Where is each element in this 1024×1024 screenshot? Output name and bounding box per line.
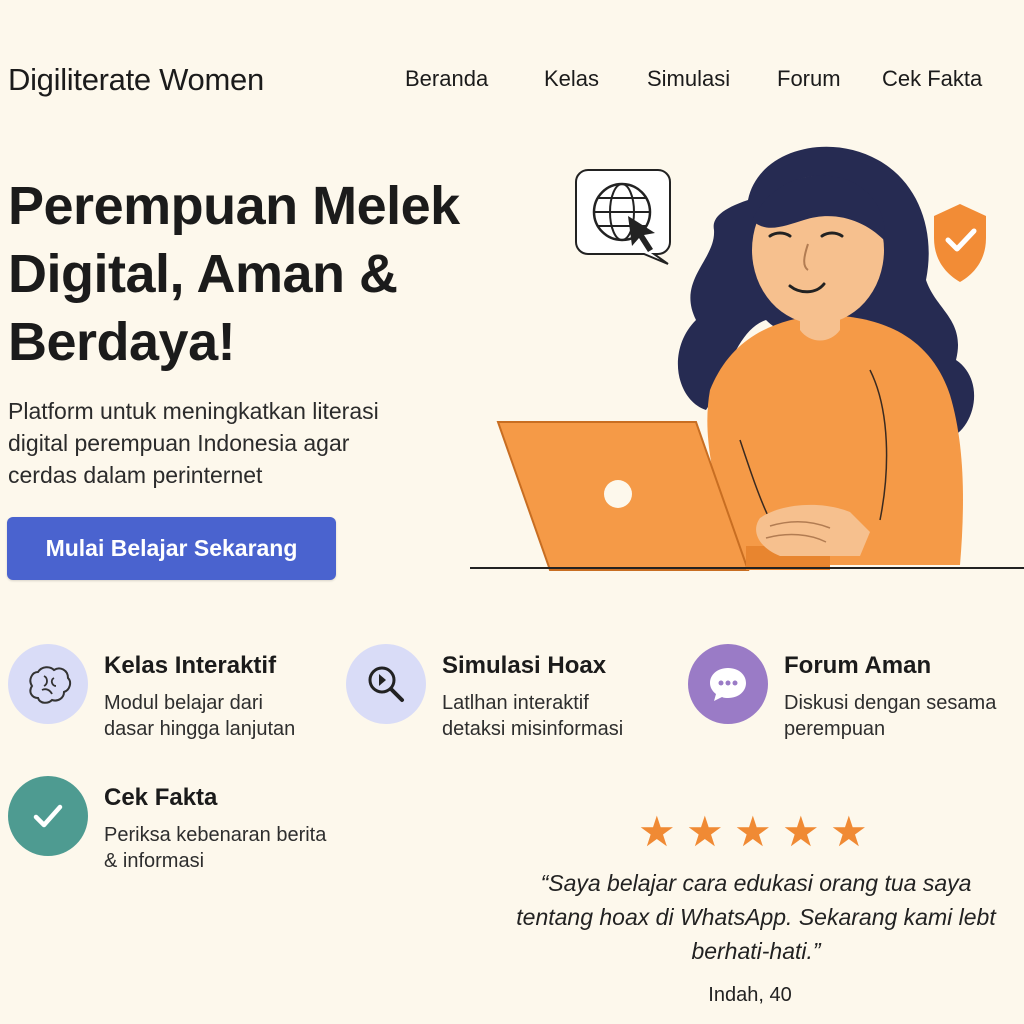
- hero-illustration: [470, 140, 1024, 580]
- hero-subtitle-line: digital perempuan Indonesia agar: [8, 430, 350, 456]
- brain-icon: [8, 644, 88, 724]
- feature-forum-aman[interactable]: Forum Aman Diskusi dengan sesama perempu…: [688, 644, 1024, 754]
- hero-title-line: Digital, Aman &: [8, 244, 398, 304]
- testimonial-author: Indah, 40: [708, 984, 792, 1006]
- nav-kelas[interactable]: Kelas: [544, 66, 599, 92]
- feature-desc-line: Latlhan interaktif: [442, 692, 589, 714]
- star-icon: ★: [734, 808, 772, 855]
- rating-stars: ★ ★ ★ ★ ★: [638, 810, 878, 854]
- magnifier-icon: [346, 644, 426, 724]
- feature-desc-line: detaksi misinformasi: [442, 718, 624, 740]
- nav-simulasi[interactable]: Simulasi: [647, 66, 730, 92]
- star-icon: ★: [686, 808, 724, 855]
- nav-cek-fakta[interactable]: Cek Fakta: [882, 66, 982, 92]
- feature-title: Kelas Interaktif: [104, 652, 277, 679]
- feature-kelas-interaktif[interactable]: Kelas Interaktif Modul belajar dari dasa…: [8, 644, 348, 754]
- feature-title: Simulasi Hoax: [442, 652, 607, 679]
- testimonial-quote: “Saya belajar cara edukasi orang tua say…: [516, 870, 996, 964]
- hero-subtitle-line: cerdas dalam perinternet: [8, 462, 263, 488]
- feature-desc-line: perempuan: [784, 718, 886, 740]
- star-icon: ★: [782, 808, 820, 855]
- feature-desc: Modul belajar dari dasar hingga lanjutan: [104, 690, 344, 742]
- hero-title-line: Perempuan Melek: [8, 176, 460, 236]
- chat-bubble-icon: [688, 644, 768, 724]
- start-learning-button[interactable]: Mulai Belajar Sekarang: [7, 517, 336, 580]
- main-nav: Beranda Kelas Simulasi Forum Cek Fakta: [0, 66, 1024, 96]
- checkmark-icon: [8, 776, 88, 856]
- hero-title: Perempuan Melek Digital, Aman & Berdaya!: [8, 172, 528, 376]
- feature-desc: Latlhan interaktif detaksi misinformasi: [442, 690, 682, 742]
- hero-title-line: Berdaya!: [8, 312, 236, 372]
- star-icon: ★: [638, 808, 676, 855]
- hero-subtitle: Platform untuk meningkatkan literasi dig…: [8, 395, 468, 491]
- feature-desc: Diskusi dengan sesama perempuan: [784, 690, 1024, 742]
- woman-laptop-illustration: [470, 146, 1024, 571]
- hero-subtitle-line: Platform untuk meningkatkan literasi: [8, 398, 379, 424]
- feature-desc-line: dasar hingga lanjutan: [104, 718, 296, 740]
- globe-cursor-icon: [575, 169, 671, 265]
- nav-forum[interactable]: Forum: [777, 66, 841, 92]
- feature-desc-line: Modul belajar dari: [104, 692, 263, 714]
- feature-desc: Periksa kebenaran berita & informasi: [104, 822, 344, 874]
- feature-cek-fakta[interactable]: Cek Fakta Periksa kebenaran berita & inf…: [8, 776, 348, 886]
- star-icon: ★: [830, 808, 868, 855]
- shield-check-icon: [934, 204, 986, 282]
- feature-simulasi-hoax[interactable]: Simulasi Hoax Latlhan interaktif detaksi…: [346, 644, 686, 754]
- feature-title: Cek Fakta: [104, 784, 218, 811]
- feature-desc-line: & informasi: [104, 850, 205, 872]
- feature-title: Forum Aman: [784, 652, 932, 679]
- feature-desc-line: Periksa kebenaran berita: [104, 824, 327, 846]
- nav-beranda[interactable]: Beranda: [405, 66, 488, 92]
- feature-desc-line: Diskusi dengan sesama: [784, 692, 997, 714]
